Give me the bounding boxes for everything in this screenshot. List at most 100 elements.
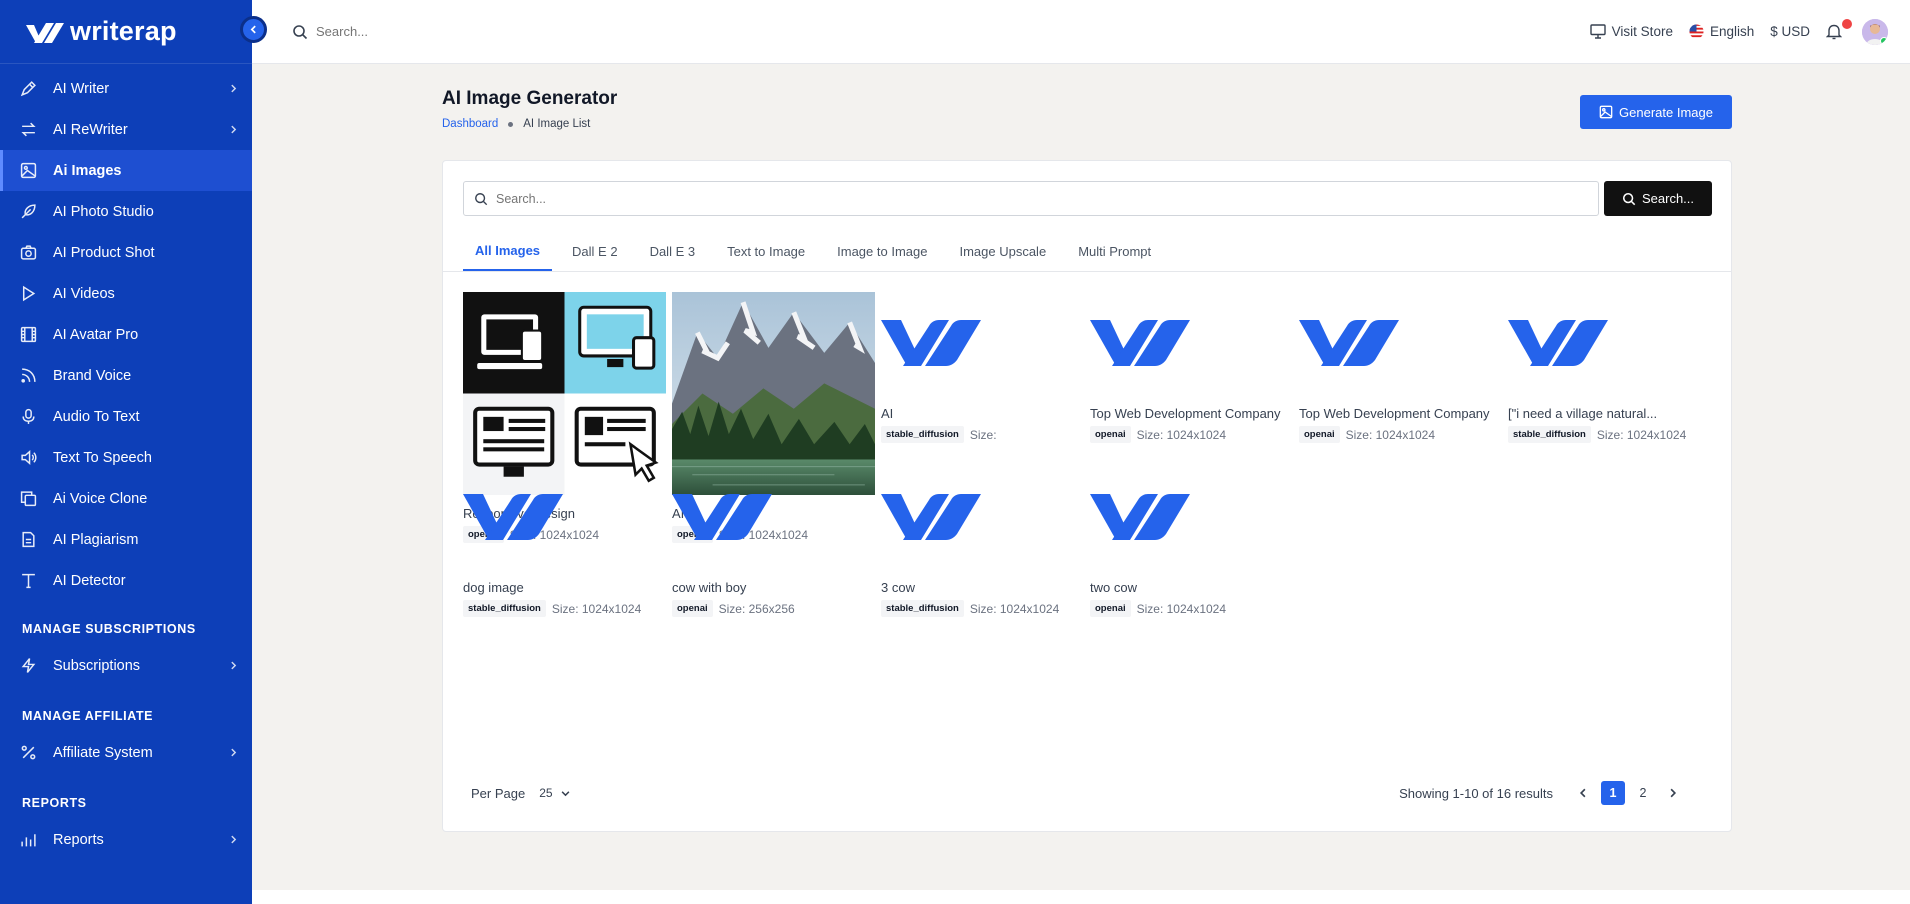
tab-multi-prompt[interactable]: Multi Prompt bbox=[1066, 231, 1163, 271]
notifications-button[interactable] bbox=[1826, 19, 1852, 40]
image-title: AI bbox=[881, 406, 894, 421]
responsive-design-thumbnail[interactable] bbox=[463, 292, 666, 495]
pagination-bar: Per Page 25 Showing 1-10 of 16 results 1… bbox=[471, 781, 1685, 805]
user-avatar[interactable] bbox=[1862, 18, 1888, 45]
sidebar-item-label: AI Product Shot bbox=[53, 244, 155, 261]
image-size: Size: 1024x1024 bbox=[1345, 427, 1436, 442]
image-meta: stable_diffusion Size: 1024x1024 bbox=[463, 600, 667, 617]
language-selector[interactable]: English bbox=[1689, 24, 1754, 39]
search-icon bbox=[475, 192, 488, 205]
image-card[interactable]: Top Web Development Company openai Size:… bbox=[1090, 292, 1294, 443]
sidebar-item-ai-writer[interactable]: AI Writer bbox=[0, 68, 252, 109]
topbar: Visit Store English $ USD bbox=[252, 0, 1910, 64]
tab-text-to-image[interactable]: Text to Image bbox=[715, 231, 817, 271]
tab-dall-e-2[interactable]: Dall E 2 bbox=[560, 231, 630, 271]
sidebar-item-ai-detector[interactable]: AI Detector bbox=[0, 560, 252, 601]
tab-image-upscale[interactable]: Image Upscale bbox=[947, 231, 1058, 271]
image-search-input[interactable] bbox=[496, 191, 1576, 206]
image-card[interactable]: cow with boy openai Size: 256x256 bbox=[672, 466, 876, 617]
placeholder-logo-thumbnail[interactable] bbox=[881, 316, 981, 372]
currency-label: $ USD bbox=[1770, 24, 1810, 39]
bolt-icon bbox=[21, 658, 36, 673]
image-card[interactable]: ["i need a village natural... stable_dif… bbox=[1508, 292, 1712, 443]
placeholder-logo-thumbnail[interactable] bbox=[1508, 316, 1608, 372]
sidebar-item-audio-to-text[interactable]: Audio To Text bbox=[0, 396, 252, 437]
sidebar-item-label: Text To Speech bbox=[53, 449, 152, 466]
previous-page-button[interactable] bbox=[1571, 781, 1595, 805]
placeholder-logo-thumbnail[interactable] bbox=[1299, 316, 1399, 372]
sidebar-collapse-button[interactable] bbox=[240, 16, 267, 43]
topbar-actions: Visit Store English $ USD bbox=[1574, 18, 1888, 45]
sidebar-item-reports[interactable]: Reports bbox=[0, 819, 252, 860]
next-page-button[interactable] bbox=[1661, 781, 1685, 805]
provider-badge: openai bbox=[1090, 426, 1131, 443]
image-card[interactable]: two cow openai Size: 1024x1024 bbox=[1090, 466, 1294, 617]
search-icon bbox=[293, 24, 308, 39]
mountain-lake-thumbnail[interactable] bbox=[672, 292, 875, 495]
bell-icon bbox=[1826, 24, 1842, 40]
per-page-value: 25 bbox=[539, 786, 553, 800]
sidebar-item-ai-product-shot[interactable]: AI Product Shot bbox=[0, 232, 252, 273]
image-size: Size: 1024x1024 bbox=[551, 601, 642, 616]
brand-logo[interactable]: writerap bbox=[0, 0, 252, 64]
breadcrumb: Dashboard AI Image List bbox=[442, 118, 590, 130]
per-page-select[interactable]: 25 bbox=[539, 786, 569, 800]
chevron-left-icon bbox=[250, 25, 256, 34]
image-title: Top Web Development Company bbox=[1090, 406, 1281, 421]
text-icon bbox=[22, 573, 35, 589]
camera-icon bbox=[20, 245, 37, 260]
placeholder-logo-thumbnail[interactable] bbox=[1090, 490, 1190, 546]
sidebar-item-ai-voice-clone[interactable]: Ai Voice Clone bbox=[0, 478, 252, 519]
provider-badge: openai bbox=[672, 600, 713, 617]
sidebar-item-ai-plagiarism[interactable]: AI Plagiarism bbox=[0, 519, 252, 560]
image-card[interactable]: Top Web Development Company openai Size:… bbox=[1299, 292, 1503, 443]
page-title: AI Image Generator bbox=[442, 88, 618, 109]
film-icon bbox=[20, 326, 37, 343]
image-title: ["i need a village natural... bbox=[1508, 406, 1658, 421]
image-size: Size: 1024x1024 bbox=[1136, 427, 1227, 442]
sidebar-item-ai-videos[interactable]: AI Videos bbox=[0, 273, 252, 314]
visit-store-link[interactable]: Visit Store bbox=[1589, 24, 1673, 39]
image-card[interactable]: dog image stable_diffusion Size: 1024x10… bbox=[463, 466, 667, 617]
section-title-affiliate: MANAGE AFFILIATE bbox=[22, 709, 154, 723]
sidebar-item-affiliate-system[interactable]: Affiliate System bbox=[0, 732, 252, 773]
page-2-button[interactable]: 2 bbox=[1631, 781, 1655, 805]
file-icon bbox=[22, 531, 35, 548]
image-meta: stable_diffusion Size: 1024x1024 bbox=[1508, 426, 1712, 443]
image-card[interactable]: 3 cow stable_diffusion Size: 1024x1024 bbox=[881, 466, 1085, 617]
sidebar-item-ai-photo-studio[interactable]: AI Photo Studio bbox=[0, 191, 252, 232]
currency-selector[interactable]: $ USD bbox=[1770, 24, 1810, 39]
tab-all-images[interactable]: All Images bbox=[463, 231, 553, 271]
pen-icon bbox=[20, 81, 36, 97]
sidebar-item-subscriptions[interactable]: Subscriptions bbox=[0, 645, 252, 686]
global-search-input[interactable] bbox=[316, 24, 556, 39]
sidebar-item-label: Brand Voice bbox=[53, 367, 132, 384]
sidebar-item-ai-images[interactable]: Ai Images bbox=[0, 150, 252, 191]
breadcrumb-dashboard-link[interactable]: Dashboard bbox=[442, 118, 498, 130]
image-size: Size: bbox=[969, 427, 997, 442]
image-icon bbox=[1599, 105, 1613, 119]
image-meta: openai Size: 1024x1024 bbox=[1090, 426, 1294, 443]
image-card[interactable]: AI stable_diffusion Size: bbox=[881, 292, 1085, 443]
page-1-button[interactable]: 1 bbox=[1601, 781, 1625, 805]
sidebar-item-ai-rewriter[interactable]: AI ReWriter bbox=[0, 109, 252, 150]
tab-image-to-image[interactable]: Image to Image bbox=[825, 231, 939, 271]
sidebar-item-text-to-speech[interactable]: Text To Speech bbox=[0, 437, 252, 478]
online-status-dot bbox=[1880, 36, 1888, 45]
image-size: Size: 1024x1024 bbox=[969, 601, 1060, 616]
generate-image-button[interactable]: Generate Image bbox=[1580, 95, 1732, 129]
bar-chart-icon bbox=[21, 834, 36, 847]
section-title-reports: REPORTS bbox=[22, 796, 87, 810]
sidebar-item-ai-avatar-pro[interactable]: AI Avatar Pro bbox=[0, 314, 252, 355]
sidebar-item-brand-voice[interactable]: Brand Voice bbox=[0, 355, 252, 396]
per-page-control: Per Page 25 bbox=[471, 786, 570, 801]
image-search-button[interactable]: Search... bbox=[1604, 181, 1712, 216]
tab-dall-e-3[interactable]: Dall E 3 bbox=[638, 231, 708, 271]
placeholder-logo-thumbnail[interactable] bbox=[463, 490, 563, 546]
placeholder-logo-thumbnail[interactable] bbox=[672, 490, 772, 546]
image-list-card: Search... All Images Dall E 2 Dall E 3 T… bbox=[442, 160, 1732, 832]
placeholder-logo-thumbnail[interactable] bbox=[1090, 316, 1190, 372]
image-title: two cow bbox=[1090, 580, 1137, 595]
placeholder-logo-thumbnail[interactable] bbox=[881, 490, 981, 546]
chevron-right-icon bbox=[231, 125, 237, 134]
